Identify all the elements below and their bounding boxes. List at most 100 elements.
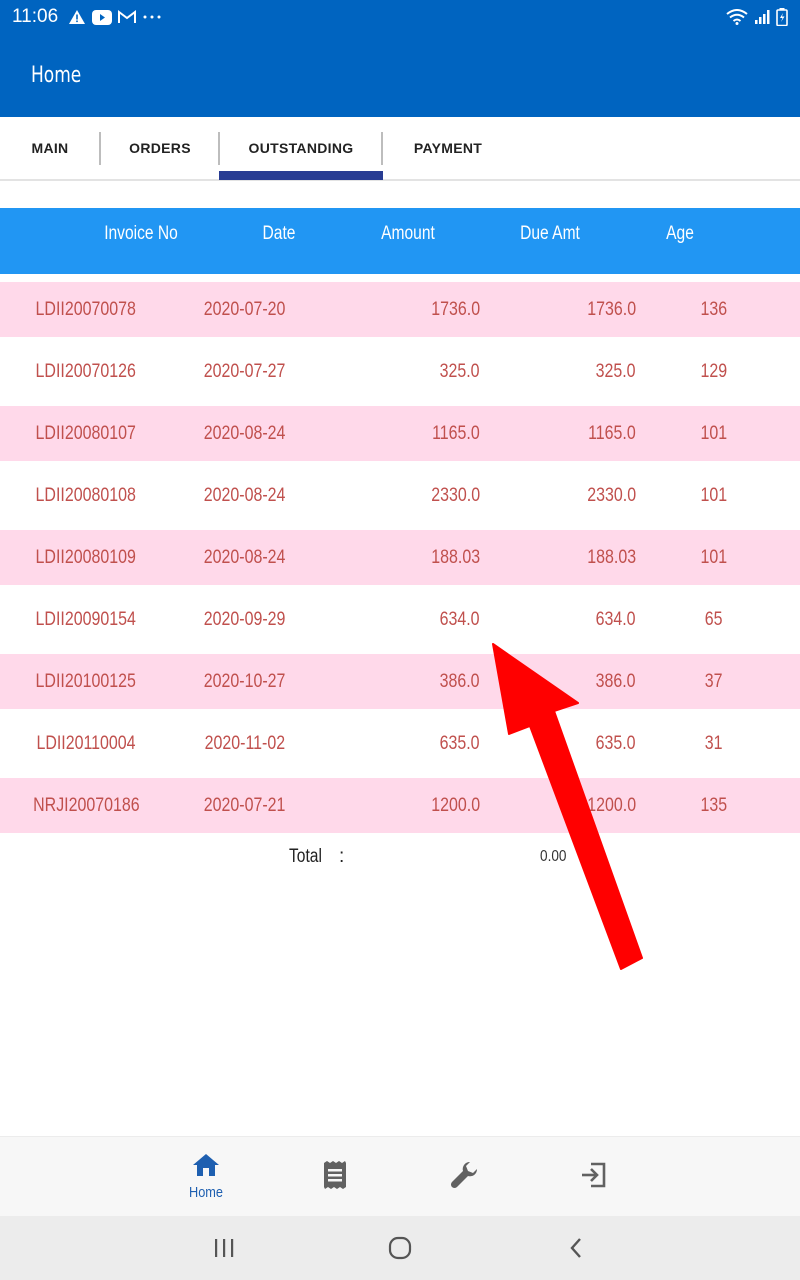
app-bar: Home [0,34,800,117]
column-header-due-amt: Due Amt [520,223,580,244]
tab-outstanding[interactable]: OUTSTANDING [219,117,383,179]
nav-logout[interactable] [553,1137,633,1217]
cell-due-amt: 386.0 [596,670,636,692]
cell-due-amt: 635.0 [596,732,636,754]
total-value: 0.00 [540,848,567,865]
table-row[interactable]: NRJI20070186 2020-07-21 1200.0 1200.0 13… [0,778,800,833]
cell-date: 2020-10-27 [204,670,286,692]
wifi-icon [726,9,748,25]
status-notification-icons [68,9,162,25]
cell-date: 2020-07-21 [204,794,286,816]
cell-amount: 325.0 [440,360,480,382]
warning-icon [68,9,86,25]
logout-icon [580,1162,606,1193]
nav-invoices[interactable] [295,1137,375,1217]
cell-age: 129 [700,360,728,382]
tab-bar: MAIN ORDERS OUTSTANDING PAYMENT [0,117,800,181]
cell-date: 2020-08-24 [204,546,286,568]
cell-age: 37 [705,670,723,692]
tab-main-label: MAIN [31,140,69,156]
cell-date: 2020-08-24 [204,484,286,506]
cell-age: 101 [700,422,728,444]
nav-home-label: Home [188,1184,223,1201]
tab-outstanding-label: OUTSTANDING [248,140,354,156]
cell-age: 31 [705,732,723,754]
table-header: Invoice No Date Amount Due Amt Age [0,208,800,274]
cell-due-amt: 1736.0 [587,298,636,320]
status-system-icons [726,8,788,26]
nav-tools[interactable] [424,1137,504,1217]
cell-amount: 1736.0 [431,298,480,320]
tab-main[interactable]: MAIN [0,117,100,179]
table-row[interactable]: LDII20100125 2020-10-27 386.0 386.0 37 [0,654,800,709]
app-screen: 11:06 Home MAIN ORDERS OUTSTANDING PAYME… [0,0,800,1280]
table-row[interactable]: LDII20080107 2020-08-24 1165.0 1165.0 10… [0,406,800,461]
battery-icon [776,8,788,26]
cell-amount: 188.03 [431,546,480,568]
receipt-icon [322,1160,348,1194]
cell-amount: 1200.0 [431,794,480,816]
cell-date: 2020-07-20 [204,298,286,320]
cell-age: 65 [705,608,723,630]
cell-age: 101 [700,546,728,568]
cell-amount: 1165.0 [432,422,480,444]
page-title: Home [31,63,82,88]
column-header-amount: Amount [381,223,435,244]
cell-amount: 635.0 [440,732,480,754]
cell-due-amt: 2330.0 [587,484,636,506]
cell-invoice: LDII20100125 [35,670,137,692]
youtube-icon [92,9,113,25]
tab-orders[interactable]: ORDERS [101,117,219,179]
tab-payment-label: PAYMENT [413,140,483,156]
back-icon[interactable] [556,1228,596,1268]
cell-age: 136 [700,298,728,320]
nav-home[interactable]: Home [166,1137,246,1217]
cell-invoice: NRJI20070186 [32,794,140,816]
table-row[interactable]: LDII20070078 2020-07-20 1736.0 1736.0 13… [0,282,800,337]
cell-amount: 634.0 [440,608,480,630]
status-time: 11:06 [12,6,59,27]
table-row[interactable]: LDII20080109 2020-08-24 188.03 188.03 10… [0,530,800,585]
table-row[interactable]: LDII20070126 2020-07-27 325.0 325.0 129 [0,344,800,399]
tab-orders-label: ORDERS [129,140,191,156]
cell-invoice: LDII20080108 [35,484,137,506]
table-row[interactable]: LDII20080108 2020-08-24 2330.0 2330.0 10… [0,468,800,523]
column-header-invoice: Invoice No [104,223,178,244]
cell-date: 2020-09-29 [204,608,286,630]
signal-icon [754,9,770,25]
cell-age: 101 [700,484,728,506]
tab-payment[interactable]: PAYMENT [383,117,513,179]
cell-due-amt: 1165.0 [588,422,636,444]
home-icon [192,1153,220,1182]
cell-invoice: LDII20070078 [35,298,137,320]
more-icon [142,14,162,20]
column-header-age: Age [666,223,694,244]
cell-amount: 2330.0 [431,484,480,506]
cell-invoice: LDII20080109 [35,546,137,568]
cell-invoice: LDII20080107 [35,422,137,444]
cell-date: 2020-07-27 [204,360,286,382]
total-colon: : [339,846,345,867]
system-navigation-bar [0,1216,800,1280]
table-row[interactable]: LDII20090154 2020-09-29 634.0 634.0 65 [0,592,800,647]
recents-icon[interactable] [204,1228,244,1268]
status-bar: 11:06 [0,0,800,34]
cell-invoice: LDII20070126 [35,360,137,382]
wrench-icon [449,1160,479,1195]
cell-date: 2020-08-24 [204,422,286,444]
gmail-icon [118,10,137,24]
bottom-navigation: Home [0,1136,800,1216]
cell-due-amt: 634.0 [596,608,636,630]
cell-invoice: LDII20090154 [35,608,137,630]
total-label: Total [289,846,322,867]
cell-due-amt: 188.03 [587,546,636,568]
column-header-date: Date [262,223,296,244]
cell-age: 135 [700,794,728,816]
cell-date: 2020-11-02 [204,732,286,754]
cell-invoice: LDII20110004 [36,732,136,754]
cell-amount: 386.0 [440,670,480,692]
cell-due-amt: 325.0 [596,360,636,382]
home-circle-icon[interactable] [380,1228,420,1268]
cell-due-amt: 1200.0 [587,794,636,816]
table-row[interactable]: LDII20110004 2020-11-02 635.0 635.0 31 [0,716,800,771]
